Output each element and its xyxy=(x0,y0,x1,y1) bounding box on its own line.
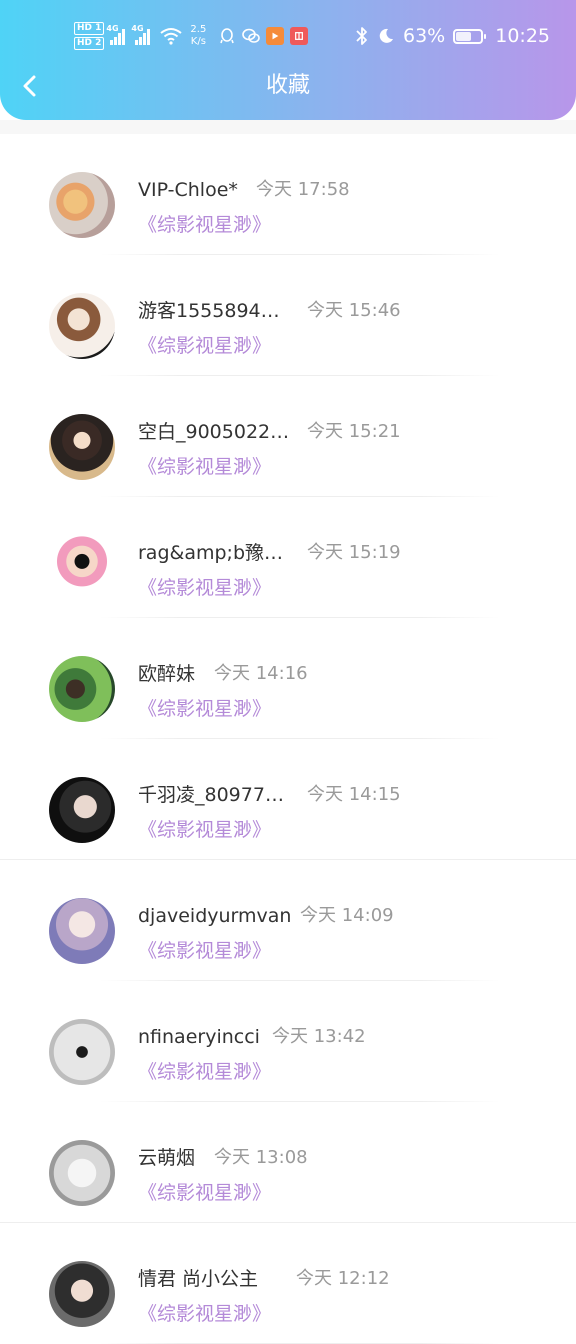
avatar[interactable] xyxy=(49,1261,115,1327)
moon-icon xyxy=(379,28,393,43)
battery-percent: 63% xyxy=(403,25,446,47)
page-title: 收藏 xyxy=(265,73,310,98)
network-type-2: 4G xyxy=(131,24,144,33)
favorite-time: 今天 12:12 xyxy=(296,1268,390,1289)
avatar[interactable] xyxy=(49,172,115,238)
avatar[interactable] xyxy=(49,898,115,964)
network-speed: 2.5 K/s xyxy=(190,24,206,48)
favorite-time: 今天 17:58 xyxy=(256,179,350,200)
avatar[interactable] xyxy=(49,535,115,601)
user-name: 欧醉妹 xyxy=(138,663,196,685)
user-name: 千羽凌_80977… xyxy=(138,784,284,806)
book-title-link[interactable]: 《综影视星渺》 xyxy=(138,696,271,722)
avatar[interactable] xyxy=(49,1019,115,1085)
user-name: nfinaeryincci xyxy=(138,1026,260,1048)
list-item[interactable]: 欧醉妹 今天 14:16 《综影视星渺》 xyxy=(0,618,576,739)
list-item[interactable]: VIP-Chloe* 今天 17:58 《综影视星渺》 xyxy=(0,134,576,255)
avatar[interactable] xyxy=(49,1140,115,1206)
list-item[interactable]: 空白_9005022… 今天 15:21 《综影视星渺》 xyxy=(0,376,576,497)
wechat-icon xyxy=(242,28,261,43)
book-title-link[interactable]: 《综影视星渺》 xyxy=(138,454,271,480)
avatar[interactable] xyxy=(49,656,115,722)
favorites-list: VIP-Chloe* 今天 17:58 《综影视星渺》 游客1555894… 今天 15… xyxy=(0,134,576,1344)
favorite-time: 今天 14:16 xyxy=(214,663,308,684)
signal-2-icon: 4G xyxy=(131,24,151,45)
bluetooth-icon xyxy=(356,27,367,45)
signal-1-icon: 4G xyxy=(106,24,126,45)
list-item[interactable]: rag&amp;b豫… 今天 15:19 《综影视星渺》 xyxy=(0,497,576,618)
favorite-time: 今天 14:15 xyxy=(307,784,401,805)
hd1-badge: HD 1 xyxy=(74,22,105,35)
book-title-link[interactable]: 《综影视星渺》 xyxy=(138,333,271,359)
header-divider-band xyxy=(0,120,576,134)
user-name: rag&amp;b豫… xyxy=(138,542,284,564)
speed-unit: K/s xyxy=(190,36,206,47)
list-item[interactable]: 千羽凌_80977… 今天 14:15 《综影视星渺》 xyxy=(0,739,576,860)
video-app-icon xyxy=(266,27,285,45)
status-bar-left: HD 1 HD 2 4G 4G 2.5 K/s xyxy=(74,18,314,54)
user-name: 情君 尚小公主 xyxy=(138,1268,259,1290)
status-bar: HD 1 HD 2 4G 4G 2.5 K/s 63% 10:25 xyxy=(0,14,576,56)
list-item[interactable]: djaveidyurmvan 今天 14:09 《综影视星渺》 xyxy=(0,860,576,981)
user-name: 云萌烟 xyxy=(138,1147,196,1169)
user-name: 游客1555894… xyxy=(138,300,280,322)
favorite-time: 今天 13:08 xyxy=(214,1147,308,1168)
user-name: 空白_9005022… xyxy=(138,421,290,443)
list-item[interactable]: 游客1555894… 今天 15:46 《综影视星渺》 xyxy=(0,255,576,376)
hd-indicator: HD 1 HD 2 xyxy=(74,22,105,50)
speed-value: 2.5 xyxy=(190,24,207,35)
avatar[interactable] xyxy=(49,414,115,480)
wifi-icon xyxy=(160,28,183,45)
user-name: VIP-Chloe* xyxy=(138,179,238,201)
book-title-link[interactable]: 《综影视星渺》 xyxy=(138,212,271,238)
book-title-link[interactable]: 《综影视星渺》 xyxy=(138,938,271,964)
list-item[interactable]: 云萌烟 今天 13:08 《综影视星渺》 xyxy=(0,1102,576,1223)
list-item[interactable]: nfinaeryincci 今天 13:42 《综影视星渺》 xyxy=(0,981,576,1102)
book-title-link[interactable]: 《综影视星渺》 xyxy=(138,1180,271,1206)
book-title-link[interactable]: 《综影视星渺》 xyxy=(138,1059,271,1085)
network-type-1: 4G xyxy=(106,24,119,33)
favorite-time: 今天 15:21 xyxy=(307,421,401,442)
book-title-link[interactable]: 《综影视星渺》 xyxy=(138,817,271,843)
hd2-badge: HD 2 xyxy=(74,37,105,50)
avatar[interactable] xyxy=(49,777,115,843)
avatar[interactable] xyxy=(49,293,115,359)
book-title-link[interactable]: 《综影视星渺》 xyxy=(138,575,271,601)
status-bar-right: 63% 10:25 xyxy=(355,18,550,54)
favorite-time: 今天 15:19 xyxy=(307,542,401,563)
favorite-time: 今天 14:09 xyxy=(300,905,394,926)
list-item[interactable]: 情君 尚小公主 今天 12:12 《综影视星渺》 xyxy=(0,1223,576,1344)
clock: 10:25 xyxy=(495,25,550,47)
qq-icon xyxy=(220,28,235,44)
reader-app-icon xyxy=(290,27,309,45)
user-name: djaveidyurmvan xyxy=(138,905,292,927)
favorite-time: 今天 13:42 xyxy=(272,1026,366,1047)
favorite-time: 今天 15:46 xyxy=(307,300,401,321)
book-title-link[interactable]: 《综影视星渺》 xyxy=(138,1301,271,1327)
header-bar: HD 1 HD 2 4G 4G 2.5 K/s 63% 10:25 收藏 xyxy=(0,0,576,120)
battery-icon xyxy=(453,28,487,44)
